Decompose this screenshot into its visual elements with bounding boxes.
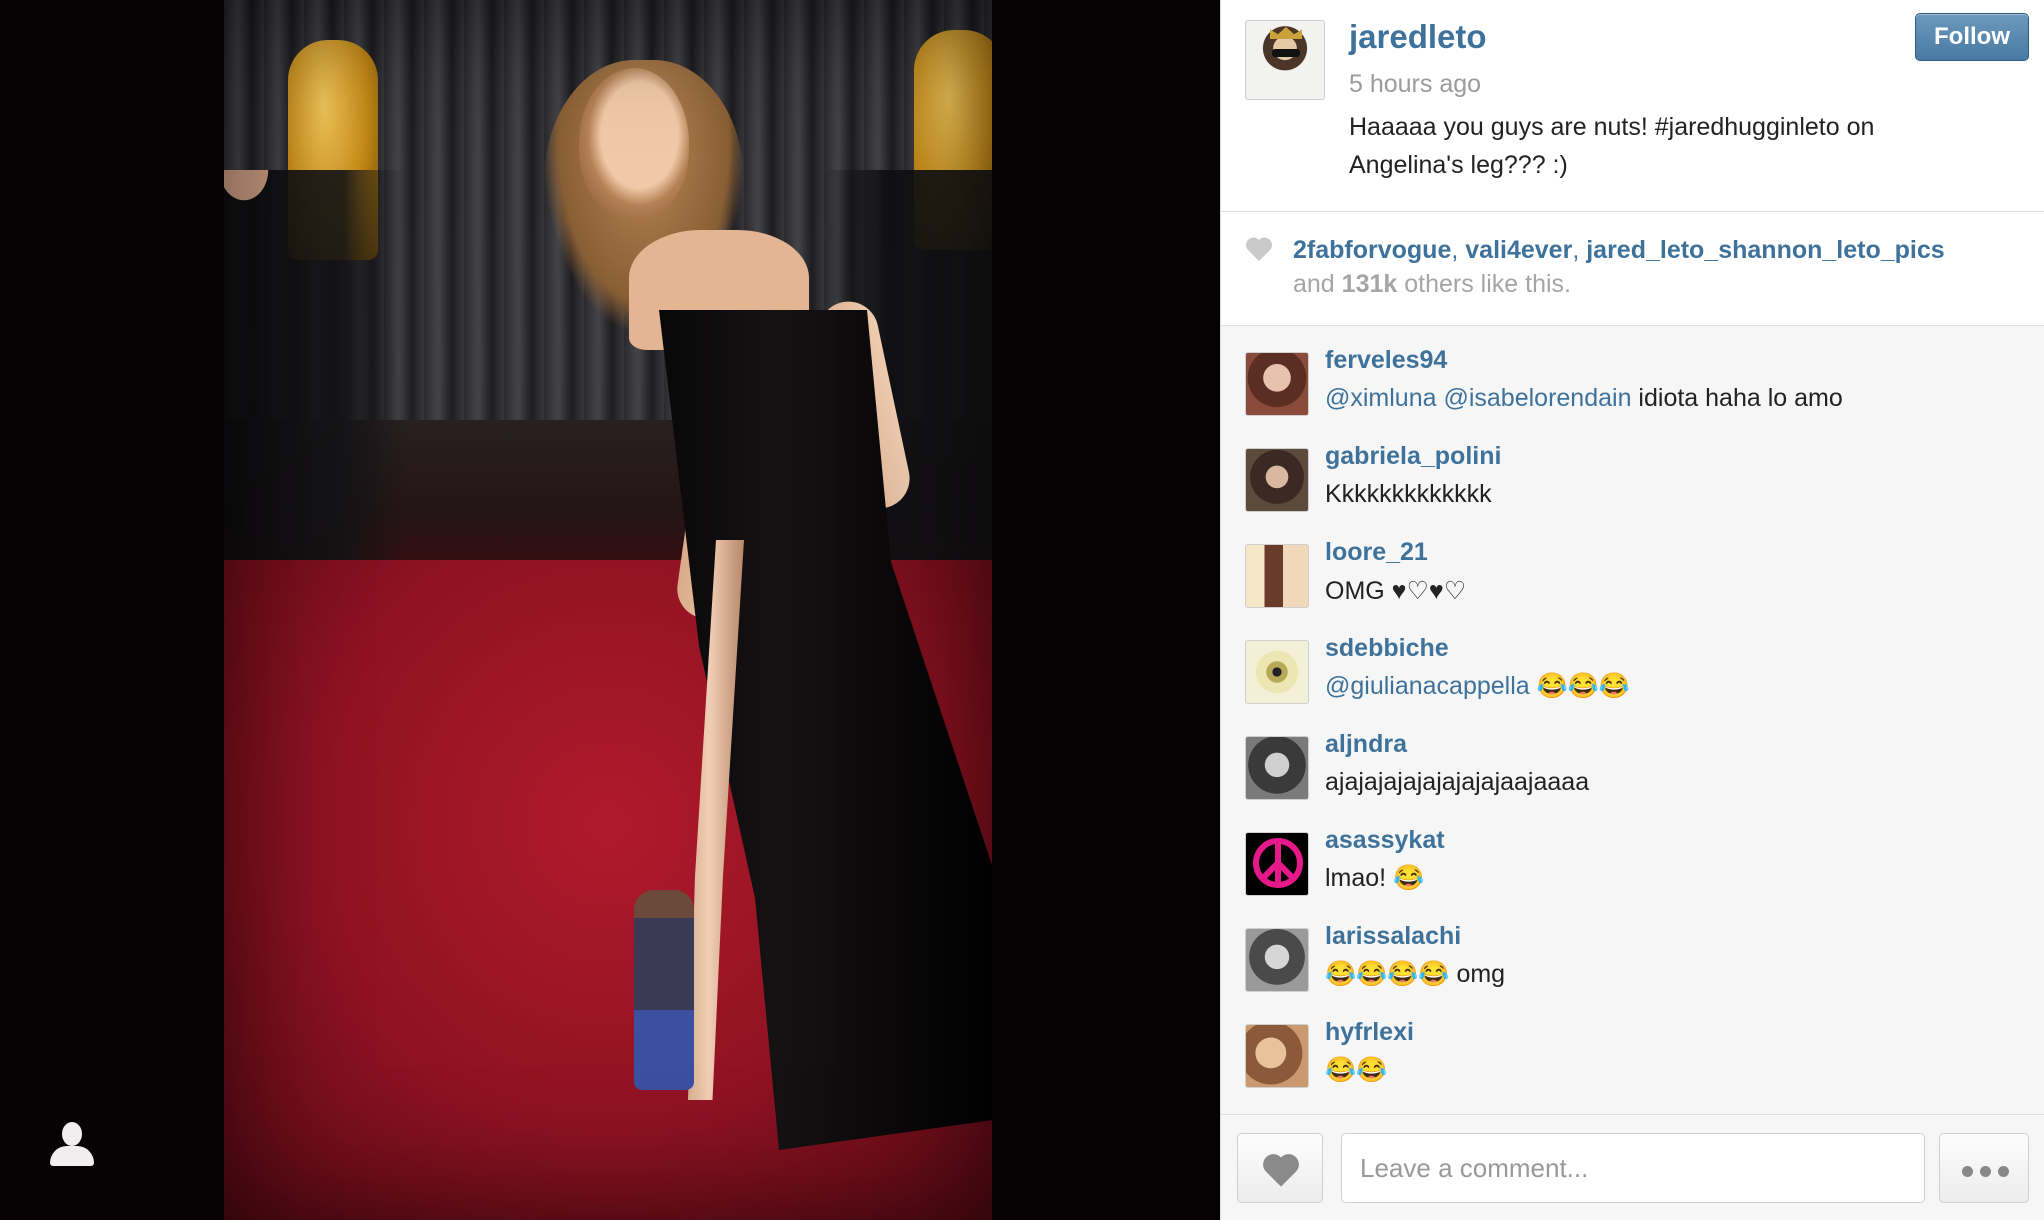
comment-username[interactable]: asassykat	[1325, 826, 1445, 855]
comment-text: @giulianacappella 😂😂😂	[1325, 672, 1630, 701]
likes-prefix: and	[1293, 270, 1342, 298]
comment-text: 😂😂	[1325, 1056, 1387, 1085]
likes-suffix: others like this.	[1397, 270, 1571, 298]
post-header: jaredleto 5 hours ago Haaaaa you guys ar…	[1221, 0, 2044, 212]
comment-username[interactable]: sdebbiche	[1325, 634, 1449, 663]
list-item: gabriela_polini Kkkkkkkkkkkkk	[1245, 424, 2025, 520]
media-pane	[0, 0, 1220, 1220]
ellipsis-icon	[1980, 1166, 1991, 1177]
comment-text: Kkkkkkkkkkkkk	[1325, 480, 1492, 509]
comment-username[interactable]: ferveles94	[1325, 346, 1447, 375]
avatar[interactable]	[1245, 832, 1309, 896]
heart-icon	[1263, 1154, 1299, 1187]
avatar[interactable]	[1245, 928, 1309, 992]
sunglasses-icon	[1272, 49, 1300, 57]
comment-mentions[interactable]: @giulianacappella	[1325, 672, 1530, 700]
avatar[interactable]	[1245, 1024, 1309, 1088]
likes-summary: 2fabforvogue, vali4ever, jared_leto_shan…	[1221, 212, 2044, 326]
comment-mentions[interactable]: @ximluna @isabelorendain	[1325, 384, 1631, 412]
follow-button[interactable]: Follow	[1915, 13, 2029, 61]
avatar[interactable]	[1245, 640, 1309, 704]
list-item: loore_21 OMG ♥♡♥♡	[1245, 520, 2025, 616]
owner-avatar[interactable]	[1245, 20, 1325, 100]
liker-link[interactable]: vali4ever	[1465, 236, 1572, 264]
list-item: sdebbiche @giulianacappella 😂😂😂	[1245, 616, 2025, 712]
comment-text: ajajajajajajajajajaajaaaa	[1325, 768, 1589, 797]
ellipsis-icon	[1998, 1166, 2009, 1177]
list-item: asassykat lmao! 😂	[1245, 808, 2025, 904]
peace-icon	[1253, 838, 1303, 888]
more-options-button[interactable]	[1939, 1133, 2029, 1203]
comment-text: 😂😂😂😂 omg	[1325, 960, 1505, 989]
comment-body: 😂😂	[1325, 1056, 1388, 1084]
photo-vignette	[224, 0, 992, 1220]
comment-composer: Leave a comment...	[1221, 1114, 2044, 1220]
crown-icon	[1270, 27, 1302, 39]
post-panel: jaredleto 5 hours ago Haaaaa you guys ar…	[1220, 0, 2044, 1220]
comment-text: @ximluna @isabelorendain idiota haha lo …	[1325, 384, 1843, 413]
comment-username[interactable]: gabriela_polini	[1325, 442, 1501, 471]
avatar[interactable]	[1245, 448, 1309, 512]
comment-body: lmao! 😂	[1325, 864, 1425, 892]
heart-icon[interactable]	[1245, 236, 1273, 262]
comment-username[interactable]: larissalachi	[1325, 922, 1461, 951]
avatar[interactable]	[1245, 544, 1309, 608]
comment-body: Kkkkkkkkkkkkk	[1325, 480, 1492, 508]
comment-text: OMG ♥♡♥♡	[1325, 576, 1466, 606]
comment-input[interactable]: Leave a comment...	[1341, 1133, 1925, 1203]
liker-link[interactable]: jared_leto_shannon_leto_pics	[1586, 236, 1944, 264]
comment-username[interactable]: hyfrlexi	[1325, 1018, 1414, 1047]
liker-separator: ,	[1451, 236, 1466, 264]
comment-text: lmao! 😂	[1325, 864, 1424, 893]
post-caption: Haaaaa you guys are nuts! #jaredhugginle…	[1349, 113, 1875, 179]
user-silhouette-icon[interactable]	[48, 1122, 96, 1170]
list-item: larissalachi 😂😂😂😂 omg	[1245, 904, 2025, 1000]
post-photo[interactable]	[224, 0, 992, 1220]
comment-body: OMG ♥♡♥♡	[1325, 577, 1467, 605]
avatar[interactable]	[1245, 736, 1309, 800]
avatar[interactable]	[1245, 352, 1309, 416]
list-item: aljndra ajajajajajajajajajaajaaaa	[1245, 712, 2025, 808]
like-button[interactable]	[1237, 1133, 1323, 1203]
owner-username[interactable]: jaredleto	[1349, 18, 1487, 56]
liker-link[interactable]: 2fabforvogue	[1293, 236, 1451, 264]
list-item: ferveles94 @ximluna @isabelorendain idio…	[1245, 328, 2025, 424]
comments-list: ferveles94 @ximluna @isabelorendain idio…	[1221, 328, 2044, 1114]
comment-username[interactable]: aljndra	[1325, 730, 1407, 759]
ellipsis-icon	[1962, 1166, 1973, 1177]
list-item: hyfrlexi 😂😂	[1245, 1000, 2025, 1096]
likers-list: 2fabforvogue, vali4ever, jared_leto_shan…	[1293, 236, 1945, 265]
comment-body: ajajajajajajajajajaajaaaa	[1325, 768, 1590, 796]
comment-body: idiota haha lo amo	[1631, 384, 1843, 412]
post-timestamp: 5 hours ago	[1349, 70, 1482, 98]
liker-separator: ,	[1572, 236, 1587, 264]
likes-count[interactable]: 131k	[1342, 270, 1398, 298]
likes-count-line: and 131k others like this.	[1293, 270, 1571, 299]
comment-username[interactable]: loore_21	[1325, 538, 1428, 567]
comment-body: 😂😂😂😂 omg	[1325, 960, 1506, 988]
comment-body: 😂😂😂	[1529, 672, 1631, 700]
